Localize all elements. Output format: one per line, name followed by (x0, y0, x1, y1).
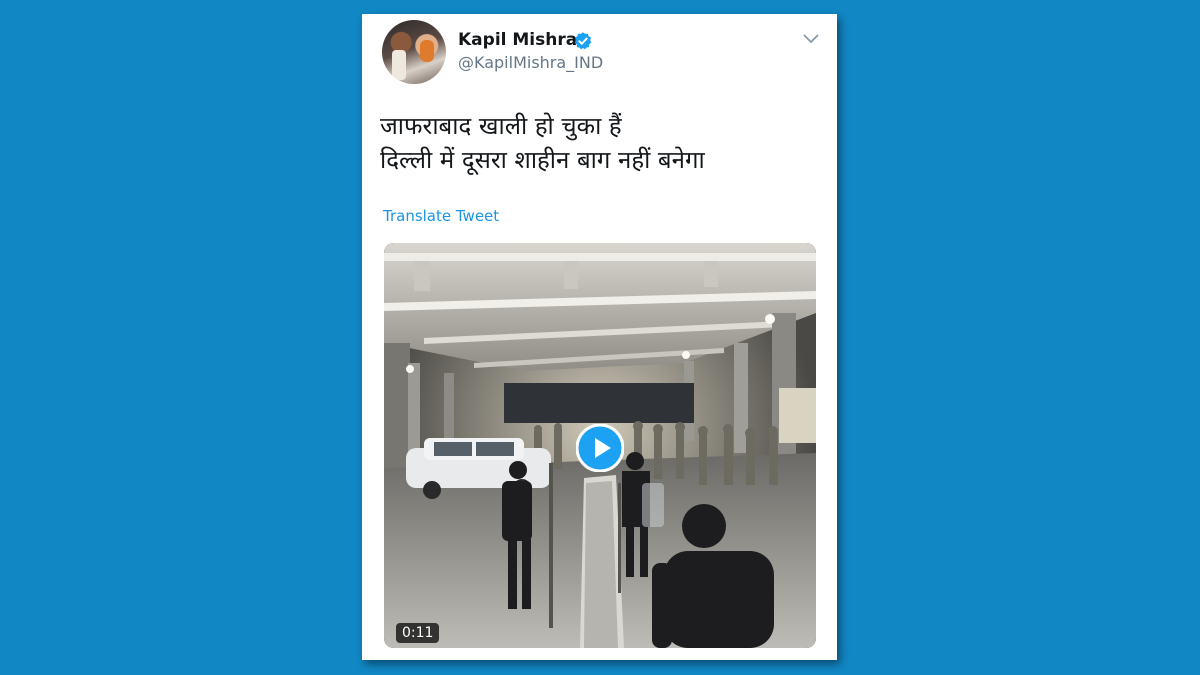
avatar-figure (392, 50, 406, 80)
tweet-text-line-2: दिल्ली में दूसरा शाहीन बाग नहीं बनेगा (380, 146, 705, 174)
play-icon[interactable] (576, 424, 624, 472)
author-handle[interactable]: @KapilMishra_IND (458, 53, 603, 72)
video-duration: 0:11 (396, 623, 440, 643)
author-avatar[interactable] (382, 20, 446, 84)
tweet-text: जाफराबाद खाली हो चुका हैं दिल्ली में दूस… (380, 109, 705, 177)
tweet-video[interactable]: 0:11 (384, 243, 816, 648)
tweet-card: Kapil Mishra @KapilMishra_IND जाफराबाद ख… (362, 14, 837, 660)
tweet-text-line-1: जाफराबाद खाली हो चुका हैं (380, 112, 622, 140)
avatar-garland (420, 40, 434, 62)
chevron-down-icon[interactable] (803, 33, 819, 45)
translate-tweet-link[interactable]: Translate Tweet (383, 207, 499, 225)
author-name[interactable]: Kapil Mishra (458, 30, 577, 50)
verified-badge-icon (574, 32, 592, 50)
